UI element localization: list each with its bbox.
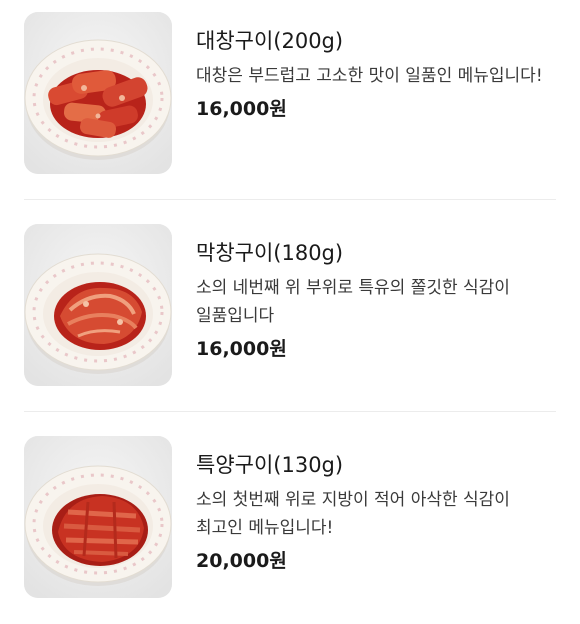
menu-item-description: 소의 네번째 위 부위로 특유의 쫄깃한 식감이 일품입니다 [196, 278, 510, 326]
menu-item-name[interactable]: 특양구이(130g) [196, 450, 556, 480]
menu-item-description: 대창은 부드럽고 고소한 맛이 일품인 메뉴입니다! [196, 66, 543, 86]
menu-list: 대창구이(200g) 대창은 부드럽고 고소한 맛이 일품인 메뉴입니다! 16… [0, 0, 580, 621]
menu-item-photo[interactable] [24, 436, 172, 598]
dish-image [24, 12, 172, 174]
menu-divider [24, 411, 556, 412]
dish-image [24, 224, 172, 386]
menu-item-price: 20,000원 [196, 550, 287, 572]
menu-item-info: 막창구이(180g) 소의 네번째 위 부위로 특유의 쫄깃한 식감이 일품입니… [196, 238, 556, 363]
menu-item-description: 소의 첫번째 위로 지방이 적어 아삭한 식감이 최고인 메뉴입니다! [196, 490, 510, 538]
menu-item-photo[interactable] [24, 224, 172, 386]
menu-item-photo[interactable] [24, 12, 172, 174]
menu-item-name[interactable]: 대창구이(200g) [196, 26, 556, 56]
menu-item-info: 대창구이(200g) 대창은 부드럽고 고소한 맛이 일품인 메뉴입니다! 16… [196, 26, 556, 123]
menu-item-info: 특양구이(130g) 소의 첫번째 위로 지방이 적어 아삭한 식감이 최고인 … [196, 450, 556, 575]
dish-image [24, 436, 172, 598]
menu-divider [24, 199, 556, 200]
menu-item-makchang[interactable]: 막창구이(180g) 소의 네번째 위 부위로 특유의 쫄깃한 식감이 일품입니… [0, 212, 580, 412]
menu-item-daechang[interactable]: 대창구이(200g) 대창은 부드럽고 고소한 맛이 일품인 메뉴입니다! 16… [0, 0, 580, 200]
menu-item-teukyang[interactable]: 특양구이(130g) 소의 첫번째 위로 지방이 적어 아삭한 식감이 최고인 … [0, 424, 580, 624]
menu-item-price: 16,000원 [196, 338, 287, 360]
menu-item-price: 16,000원 [196, 98, 287, 120]
menu-item-name[interactable]: 막창구이(180g) [196, 238, 556, 268]
